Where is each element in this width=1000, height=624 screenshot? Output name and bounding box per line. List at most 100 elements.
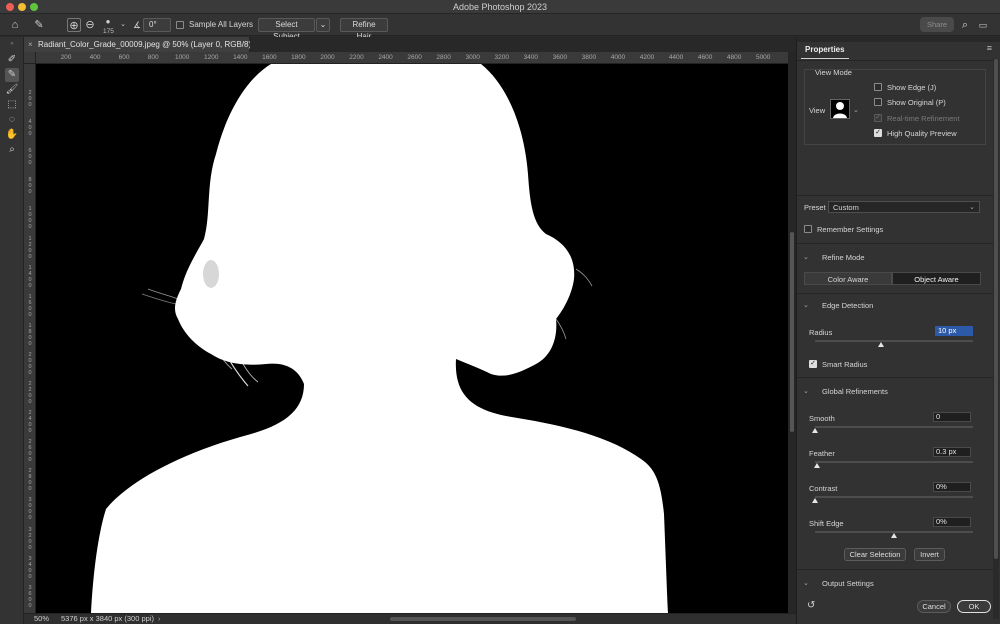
tab-properties[interactable]: Properties bbox=[801, 45, 849, 59]
feather-slider-track[interactable] bbox=[815, 461, 973, 463]
refine-mode-heading[interactable]: Refine Mode bbox=[822, 253, 865, 262]
vertical-scroll-thumb[interactable] bbox=[790, 232, 794, 432]
ruler-tick-label: 3 4 0 0 bbox=[28, 555, 32, 580]
horizontal-scroll-thumb[interactable] bbox=[390, 617, 576, 621]
info-menu-chevron-icon[interactable]: › bbox=[158, 614, 161, 624]
smooth-slider-knob[interactable] bbox=[812, 428, 818, 433]
panel-header-strip bbox=[797, 37, 1000, 42]
object-selection-tool-icon[interactable]: ⬚ bbox=[5, 98, 19, 112]
workspace-icon[interactable]: ▭ bbox=[976, 18, 990, 32]
select-subject-button[interactable]: Select Subject bbox=[258, 18, 315, 41]
panel-scroll-thumb[interactable] bbox=[994, 59, 998, 559]
ruler-tick-label: 2000 bbox=[320, 54, 335, 61]
ruler-tick-label: 3400 bbox=[523, 54, 539, 61]
ruler-tick-label: 1 2 0 0 bbox=[28, 235, 32, 260]
color-aware-button[interactable]: Color Aware bbox=[804, 272, 892, 285]
view-thumbnail-dropdown[interactable] bbox=[830, 99, 850, 119]
refine-edge-brush-tool-icon[interactable]: ✎ bbox=[5, 68, 19, 82]
canvas-vertical-scrollbar[interactable] bbox=[788, 52, 796, 613]
ruler-tick-label: 2800 bbox=[436, 54, 451, 61]
select-subject-dropdown[interactable]: ⌄ bbox=[316, 18, 330, 32]
refine-mode-collapse-icon[interactable]: ⌄ bbox=[803, 253, 809, 261]
show-original-checkbox[interactable] bbox=[874, 98, 882, 106]
zoom-level[interactable]: 50% bbox=[34, 614, 49, 624]
edge-detection-heading[interactable]: Edge Detection bbox=[822, 301, 873, 310]
search-icon[interactable]: ⌕ bbox=[958, 18, 972, 32]
ruler-tick-label: 1400 bbox=[233, 54, 248, 61]
output-settings-heading[interactable]: Output Settings bbox=[822, 579, 874, 588]
ruler-tick-label: 600 bbox=[118, 54, 130, 61]
high-quality-preview-label: High Quality Preview bbox=[887, 129, 957, 138]
shift-edge-label: Shift Edge bbox=[809, 519, 844, 528]
ruler-tick-label: 8 0 0 bbox=[28, 177, 32, 196]
remember-settings-checkbox[interactable] bbox=[804, 225, 812, 233]
angle-input[interactable]: 0° bbox=[143, 18, 171, 32]
close-tab-icon[interactable]: × bbox=[28, 37, 33, 52]
contrast-slider-knob[interactable] bbox=[812, 498, 818, 503]
smart-radius-checkbox[interactable]: ✓ bbox=[809, 360, 817, 368]
feather-slider-knob[interactable] bbox=[813, 463, 820, 468]
ruler-tick-label: 2 4 0 0 bbox=[28, 410, 32, 435]
document-tab[interactable]: × Radiant_Color_Grade_00009.jpeg @ 50% (… bbox=[24, 37, 256, 52]
brush-preview-icon[interactable]: ● bbox=[101, 15, 115, 29]
ruler-tick-label: 2200 bbox=[349, 54, 364, 61]
high-quality-preview-checkbox[interactable]: ✓ bbox=[874, 129, 882, 137]
invert-button[interactable]: Invert bbox=[914, 548, 945, 561]
contrast-slider-track[interactable] bbox=[815, 496, 973, 498]
subject-mask-preview bbox=[36, 64, 788, 613]
clear-selection-button[interactable]: Clear Selection bbox=[844, 548, 906, 561]
chevron-down-icon[interactable]: ⌄ bbox=[853, 106, 859, 114]
properties-panel: Properties ≡ View Mode View ⌄ Show Edge … bbox=[796, 37, 1000, 624]
reset-icon[interactable]: ↺ bbox=[807, 600, 815, 611]
show-edge-checkbox[interactable] bbox=[874, 83, 882, 91]
subtract-from-selection-icon[interactable]: ⊖ bbox=[83, 18, 97, 32]
show-edge-label: Show Edge (J) bbox=[887, 83, 937, 92]
quick-selection-tool-icon[interactable]: ✐ bbox=[5, 53, 19, 67]
smooth-input[interactable]: 0 bbox=[933, 412, 971, 422]
tab-strip bbox=[250, 37, 796, 52]
refine-edge-brush-icon[interactable]: ✎ bbox=[32, 18, 46, 32]
document-canvas[interactable] bbox=[36, 64, 788, 613]
global-refinements-heading[interactable]: Global Refinements bbox=[822, 387, 888, 396]
document-info: 5376 px x 3840 px (300 ppi) bbox=[61, 614, 154, 623]
divider bbox=[797, 293, 993, 294]
object-aware-button[interactable]: Object Aware bbox=[892, 272, 981, 285]
contrast-input[interactable]: 0% bbox=[933, 482, 971, 492]
status-bar: 50% 5376 px x 3840 px (300 ppi) › bbox=[24, 613, 796, 624]
expand-toolbar-icon[interactable]: » bbox=[5, 37, 19, 51]
output-settings-collapse-icon[interactable]: ⌄ bbox=[803, 579, 809, 587]
shift-edge-input[interactable]: 0% bbox=[933, 517, 971, 527]
panel-menu-icon[interactable]: ≡ bbox=[987, 43, 992, 53]
share-button[interactable]: Share bbox=[920, 17, 954, 32]
shift-edge-slider-knob[interactable] bbox=[891, 533, 897, 538]
radius-input[interactable]: 10 px bbox=[935, 326, 973, 336]
ruler-tick-label: 4600 bbox=[697, 54, 713, 61]
chevron-down-icon[interactable]: ⌄ bbox=[116, 18, 130, 32]
radius-slider-track[interactable] bbox=[815, 340, 973, 342]
radius-slider-knob[interactable] bbox=[878, 342, 885, 347]
smooth-label: Smooth bbox=[809, 414, 835, 423]
realtime-refinement-checkbox: ✓ bbox=[874, 114, 882, 122]
ruler-tick-label: 1200 bbox=[204, 54, 219, 61]
zoom-tool-icon[interactable]: ⌕ bbox=[5, 143, 19, 157]
ruler-tick-label: 6 0 0 bbox=[28, 148, 32, 167]
preset-dropdown[interactable]: Custom ⌄ bbox=[828, 201, 980, 213]
feather-input[interactable]: 0.3 px bbox=[933, 447, 971, 457]
global-refinements-collapse-icon[interactable]: ⌄ bbox=[803, 387, 809, 395]
divider bbox=[797, 377, 993, 378]
lasso-tool-icon[interactable]: ◌ bbox=[5, 113, 19, 127]
sample-all-layers-checkbox[interactable] bbox=[176, 21, 184, 29]
home-icon[interactable]: ⌂ bbox=[8, 18, 22, 32]
title-bar: Adobe Photoshop 2023 bbox=[0, 0, 1000, 14]
ok-button[interactable]: OK bbox=[957, 600, 991, 613]
panel-scrollbar[interactable] bbox=[993, 59, 999, 619]
edge-detection-collapse-icon[interactable]: ⌄ bbox=[803, 301, 809, 309]
horizontal-ruler: 200 400 600 800 1000 1200 1400 1600 1800 2000 2200… bbox=[36, 52, 788, 64]
add-to-selection-icon[interactable]: ⊕ bbox=[67, 18, 81, 32]
refine-hair-button[interactable]: Refine Hair bbox=[340, 18, 388, 41]
cancel-button[interactable]: Cancel bbox=[917, 600, 951, 613]
ruler-tick-label: 3 0 0 0 bbox=[28, 497, 32, 522]
hand-tool-icon[interactable]: ✋ bbox=[5, 128, 19, 142]
brush-tool-icon[interactable]: 🖌 bbox=[5, 83, 19, 97]
smooth-slider-track[interactable] bbox=[815, 426, 973, 428]
